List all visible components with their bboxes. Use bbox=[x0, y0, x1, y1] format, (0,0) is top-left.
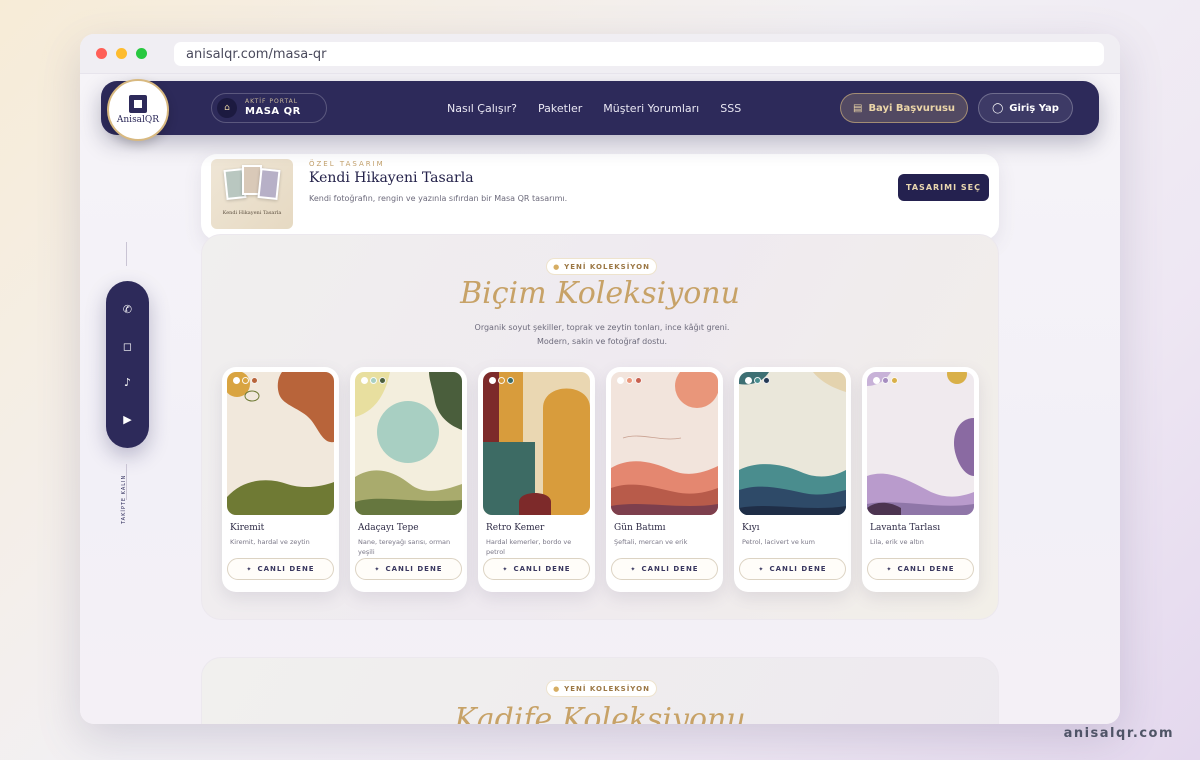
sparkle-icon: ✦ bbox=[374, 565, 381, 573]
minimize-dot[interactable] bbox=[116, 48, 127, 59]
top-navbar: ⌂ AKTİF PORTAL MASA QR Nasıl Çalışır? Pa… bbox=[101, 81, 1099, 135]
maximize-dot[interactable] bbox=[136, 48, 147, 59]
try-live-button[interactable]: ✦ CANLI DENE bbox=[483, 558, 590, 580]
nav-link-reviews[interactable]: Müşteri Yorumları bbox=[603, 102, 699, 115]
login-button[interactable]: ◯ Giriş Yap bbox=[978, 93, 1073, 123]
design-card-lavanta-tarlasi[interactable]: Lavanta Tarlası Lila, erik ve altın ✦ CAN… bbox=[862, 367, 979, 592]
login-label: Giriş Yap bbox=[1009, 102, 1059, 114]
card-description: Petrol, lacivert ve kum bbox=[742, 538, 815, 546]
dealer-application-button[interactable]: ▤ Bayi Başvurusu bbox=[840, 93, 968, 123]
card-description: Hardal kemerler, bordo ve petrol bbox=[486, 538, 572, 556]
try-live-button[interactable]: ✦ CANLI DENE bbox=[227, 558, 334, 580]
card-artwork bbox=[867, 372, 974, 515]
design-cards: Kiremit Kiremit, hardal ve zeytin ✦ CANLI… bbox=[222, 367, 990, 592]
portal-icon: ⌂ bbox=[217, 98, 237, 118]
card-name: Gün Batımı bbox=[614, 523, 666, 533]
collection-description-line1: Organik soyut şekiller, toprak ve zeytin… bbox=[474, 323, 730, 332]
design-card-retro-kemer[interactable]: Retro Kemer Hardal kemerler, bordo ve pe… bbox=[478, 367, 595, 592]
close-dot[interactable] bbox=[96, 48, 107, 59]
sparkle-icon: ✦ bbox=[246, 565, 253, 573]
card-name: Kiremit bbox=[230, 523, 265, 533]
nav-link-packages[interactable]: Paketler bbox=[538, 102, 582, 115]
instagram-icon[interactable]: ◻ bbox=[119, 337, 137, 355]
card-name: Kıyı bbox=[742, 523, 760, 533]
try-live-button[interactable]: ✦ CANLI DENE bbox=[739, 558, 846, 580]
sparkle-icon: ✦ bbox=[502, 565, 509, 573]
badge-label: YENİ KOLEKSİYON bbox=[564, 262, 650, 271]
card-name: Adaçayı Tepe bbox=[358, 523, 419, 533]
design-card-adacayi-tepe[interactable]: Adaçayı Tepe Nane, tereyağı sarısı, orma… bbox=[350, 367, 467, 592]
sparkle-icon: ● bbox=[553, 684, 561, 693]
sparkle-icon: ✦ bbox=[630, 565, 637, 573]
card-artwork bbox=[355, 372, 462, 515]
try-live-button[interactable]: ✦ CANLI DENE bbox=[611, 558, 718, 580]
follow-us-text: TAKİPTE KALIN bbox=[121, 474, 127, 524]
custom-design-thumbnail: Kendi Hikayeni Tasarla bbox=[211, 159, 293, 229]
youtube-icon[interactable]: ▶ bbox=[119, 411, 137, 429]
card-artwork bbox=[227, 372, 334, 515]
new-collection-badge: ● YENİ KOLEKSİYON bbox=[546, 680, 657, 697]
address-bar[interactable]: anisalqr.com/masa-qr bbox=[174, 42, 1104, 66]
store-icon: ▤ bbox=[852, 102, 863, 114]
sparkle-icon: ✦ bbox=[886, 565, 893, 573]
design-card-kiremit[interactable]: Kiremit Kiremit, hardal ve zeytin ✦ CANLI… bbox=[222, 367, 339, 592]
card-name: Lavanta Tarlası bbox=[870, 523, 941, 533]
qr-logo-icon bbox=[129, 95, 147, 113]
nav-link-faq[interactable]: SSS bbox=[720, 102, 741, 115]
collection-description-line2: Modern, sakin ve fotoğraf dostu. bbox=[536, 337, 668, 346]
try-live-button[interactable]: ✦ CANLI DENE bbox=[867, 558, 974, 580]
sparkle-icon: ✦ bbox=[758, 565, 765, 573]
collection-description: Organik soyut şekiller, toprak ve zeytin… bbox=[422, 321, 782, 349]
try-live-button[interactable]: ✦ CANLI DENE bbox=[355, 558, 462, 580]
design-card-kiyi[interactable]: Kıyı Petrol, lacivert ve kum ✦ CANLI DENE bbox=[734, 367, 851, 592]
browser-window: anisalqr.com/masa-qr AnisalQR ⌂ AKTİF PO… bbox=[80, 34, 1120, 724]
card-artwork bbox=[483, 372, 590, 515]
user-icon: ◯ bbox=[992, 102, 1004, 114]
thumbnail-caption: Kendi Hikayeni Tasarla bbox=[222, 210, 282, 216]
card-description: Nane, tereyağı sarısı, orman yeşili bbox=[358, 538, 451, 556]
tiktok-icon[interactable]: ♪ bbox=[119, 374, 137, 392]
card-description: Lila, erik ve altın bbox=[870, 538, 924, 546]
social-divider-top bbox=[126, 242, 127, 266]
site-logo[interactable]: AnisalQR bbox=[107, 79, 169, 141]
sparkle-icon: ● bbox=[553, 262, 561, 271]
nav-link-how-it-works[interactable]: Nasıl Çalışır? bbox=[447, 102, 517, 115]
dealer-application-label: Bayi Başvurusu bbox=[868, 102, 956, 114]
new-collection-badge: ● YENİ KOLEKSİYON bbox=[546, 258, 657, 275]
whatsapp-icon[interactable]: ✆ bbox=[119, 300, 137, 318]
select-design-button[interactable]: TASARIMI SEÇ bbox=[898, 174, 989, 201]
portal-pill[interactable]: ⌂ AKTİF PORTAL MASA QR bbox=[211, 93, 327, 123]
design-card-gun-batimi[interactable]: Gün Batımı Şeftali, mercan ve erik ✦ CANL… bbox=[606, 367, 723, 592]
custom-design-kicker: ÖZEL TASARIM bbox=[309, 160, 385, 168]
browser-chrome: anisalqr.com/masa-qr bbox=[80, 34, 1120, 74]
portal-kicker: AKTİF PORTAL bbox=[245, 98, 299, 105]
card-description: Şeftali, mercan ve erik bbox=[614, 538, 688, 546]
collection-title: Kadife Koleksiyonu bbox=[454, 702, 746, 724]
card-description: Kiremit, hardal ve zeytin bbox=[230, 538, 310, 546]
card-name: Retro Kemer bbox=[486, 523, 545, 533]
card-artwork bbox=[739, 372, 846, 515]
custom-design-description: Kendi fotoğrafın, rengin ve yazınla sıfı… bbox=[309, 194, 568, 203]
custom-design-card: Kendi Hikayeni Tasarla ÖZEL TASARIM Kend… bbox=[201, 154, 999, 240]
portal-name: MASA QR bbox=[245, 106, 301, 117]
badge-label: YENİ KOLEKSİYON bbox=[564, 684, 650, 693]
collection-title: Biçim Koleksiyonu bbox=[460, 276, 740, 311]
custom-design-title: Kendi Hikayeni Tasarla bbox=[309, 170, 474, 186]
card-artwork bbox=[611, 372, 718, 515]
watermark: anisalqr.com bbox=[1063, 726, 1174, 741]
collection-section: ● YENİ KOLEKSİYON Biçim Koleksiyonu Organ… bbox=[201, 234, 999, 620]
social-sidebar: ✆ ◻ ♪ ▶ bbox=[106, 281, 149, 448]
logo-text: AnisalQR bbox=[116, 115, 160, 125]
collection-section-2: ● YENİ KOLEKSİYON Kadife Koleksiyonu bbox=[201, 657, 999, 724]
nav-links: Nasıl Çalışır? Paketler Müşteri Yorumlar… bbox=[447, 81, 762, 135]
page-viewport: AnisalQR ⌂ AKTİF PORTAL MASA QR Nasıl Ça… bbox=[80, 74, 1120, 724]
